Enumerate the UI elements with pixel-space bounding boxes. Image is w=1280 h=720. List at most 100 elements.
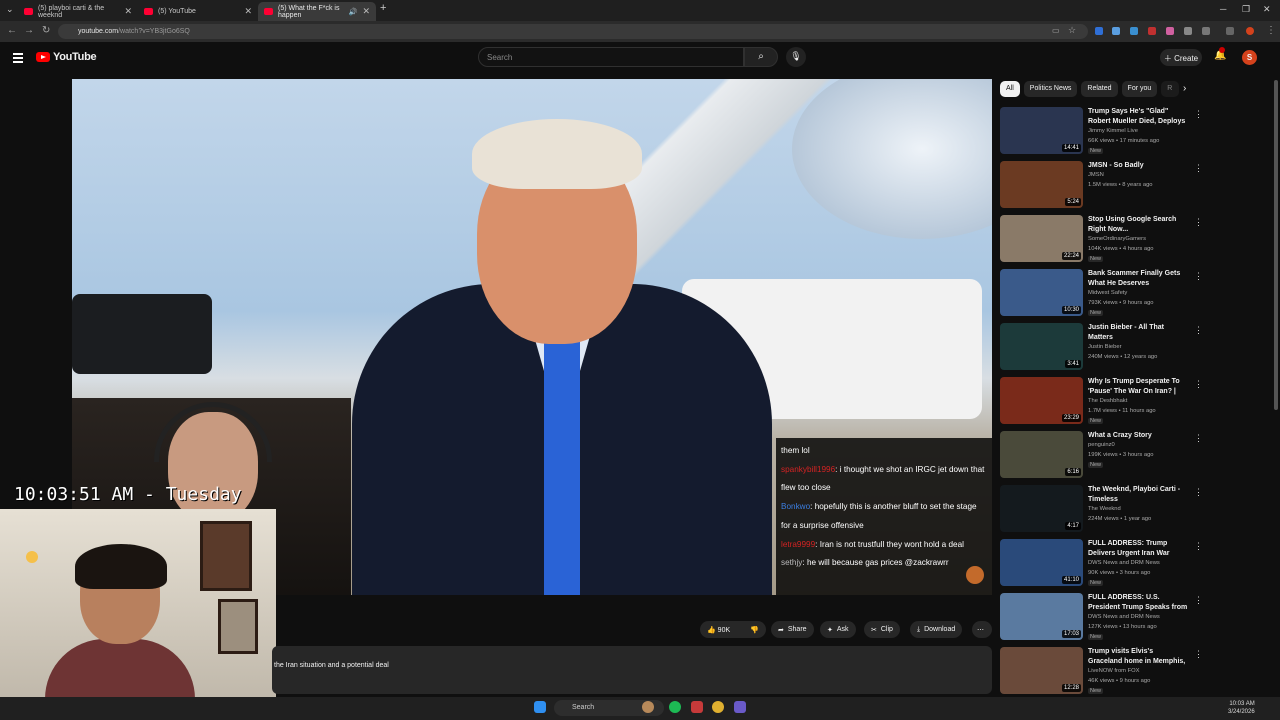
profile-avatar-icon[interactable] <box>1246 27 1254 35</box>
video-thumbnail[interactable]: 4:17 <box>1000 485 1083 532</box>
forward-icon[interactable]: → <box>24 25 34 36</box>
close-window-icon[interactable]: ✕ <box>1263 4 1271 15</box>
extension-icon[interactable] <box>1148 27 1156 35</box>
hamburger-menu-icon[interactable] <box>13 53 23 65</box>
video-thumbnail[interactable]: 5:24 <box>1000 161 1083 208</box>
browser-tab-3-active[interactable]: (5) What the F*ck is happen 🔊 ✕ <box>258 2 376 21</box>
create-button[interactable]: ＋ Create <box>1160 49 1202 66</box>
sidebar-toggle-icon[interactable] <box>1226 27 1234 35</box>
channel-name[interactable]: DWS News and DRM News <box>1088 614 1160 620</box>
extension-icon[interactable] <box>1112 27 1120 35</box>
channel-name[interactable]: Jimmy Kimmel Live <box>1088 128 1138 134</box>
video-thumbnail[interactable]: 12:28 <box>1000 647 1083 694</box>
recommendation-item[interactable]: 12:28 Trump visits Elvis's Graceland home… <box>1000 647 1203 697</box>
tab-search-icon[interactable]: ⌄ <box>6 4 14 15</box>
recommendation-item[interactable]: 14:41 Trump Says He's "Glad" Robert Muell… <box>1000 107 1203 157</box>
browser-menu-icon[interactable]: ⋮ <box>1266 25 1276 36</box>
ask-button[interactable]: ✦ Ask <box>820 621 856 638</box>
back-icon[interactable]: ← <box>7 25 17 36</box>
widget-icon[interactable] <box>642 701 654 713</box>
close-tab-icon[interactable]: ✕ <box>124 6 132 17</box>
discord-icon[interactable] <box>734 701 746 713</box>
minimize-icon[interactable]: ─ <box>1220 4 1226 14</box>
chip-all[interactable]: All <box>1000 81 1020 97</box>
chrome-icon[interactable] <box>712 701 724 713</box>
extension-icon[interactable] <box>1166 27 1174 35</box>
video-title[interactable]: FULL ADDRESS: Trump Delivers Urgent Iran… <box>1088 539 1188 559</box>
recommendation-item[interactable]: 41:10 FULL ADDRESS: Trump Delivers Urgent… <box>1000 539 1203 589</box>
channel-name[interactable]: The Deshbhakt <box>1088 398 1127 404</box>
channel-name[interactable]: DWS News and DRM News <box>1088 560 1160 566</box>
maximize-icon[interactable]: ❐ <box>1242 4 1250 15</box>
more-options-icon[interactable]: ⋮ <box>1194 379 1203 390</box>
video-thumbnail[interactable]: 22:24 <box>1000 215 1083 262</box>
chip-truncated[interactable]: R <box>1161 81 1180 97</box>
account-avatar[interactable]: S <box>1242 50 1257 65</box>
more-options-icon[interactable]: ⋮ <box>1194 649 1203 660</box>
bookmark-star-icon[interactable]: ☆ <box>1068 25 1076 36</box>
chevron-right-icon[interactable]: › <box>1183 83 1186 94</box>
channel-name[interactable]: The Weeknd <box>1088 506 1121 512</box>
chip-related[interactable]: Related <box>1081 81 1118 97</box>
search-input[interactable]: Search <box>478 47 744 67</box>
more-actions-button[interactable]: ⋯ <box>972 621 992 638</box>
more-options-icon[interactable]: ⋮ <box>1194 487 1203 498</box>
app-icon[interactable] <box>691 701 703 713</box>
video-title[interactable]: Why Is Trump Desperate To 'Pause' The Wa… <box>1088 377 1188 397</box>
video-title[interactable]: JMSN - So Badly <box>1088 161 1188 171</box>
notifications-button[interactable]: 🔔 <box>1214 47 1226 61</box>
more-options-icon[interactable]: ⋮ <box>1194 325 1203 336</box>
channel-name[interactable]: penguinz0 <box>1088 442 1115 448</box>
close-tab-icon[interactable]: ✕ <box>362 6 370 17</box>
video-title[interactable]: The Weeknd, Playboi Carti - Timeless <box>1088 485 1188 504</box>
recommendation-item[interactable]: 22:24 Stop Using Google Search Right Now.… <box>1000 215 1203 265</box>
download-button[interactable]: ⤓ Download <box>910 621 963 638</box>
more-options-icon[interactable]: ⋮ <box>1194 109 1203 120</box>
channel-name[interactable]: Justin Bieber <box>1088 344 1122 350</box>
video-thumbnail[interactable]: 23:29 <box>1000 377 1083 424</box>
spotify-icon[interactable] <box>669 701 681 713</box>
install-icon[interactable]: ▭ <box>1052 26 1060 35</box>
dislike-button[interactable]: 👎 <box>750 626 759 634</box>
browser-tab-1[interactable]: (5) playboi carti & the weeknd ✕ <box>18 2 138 21</box>
video-thumbnail[interactable]: 41:10 <box>1000 539 1083 586</box>
extension-icon[interactable] <box>1130 27 1138 35</box>
channel-name[interactable]: JMSN <box>1088 172 1104 178</box>
share-button[interactable]: ➦ Share <box>771 621 814 638</box>
youtube-logo[interactable]: YouTube <box>36 51 97 63</box>
video-thumbnail[interactable]: 6:16 <box>1000 431 1083 478</box>
new-tab-button[interactable]: + <box>380 2 386 14</box>
extensions-puzzle-icon[interactable] <box>1202 27 1210 35</box>
video-title[interactable]: FULL ADDRESS: U.S. President Trump Speak… <box>1088 593 1188 613</box>
clip-button[interactable]: ✂ Clip <box>864 621 900 638</box>
taskbar-clock[interactable]: 10:03 AM 3/24/2026 <box>1228 700 1255 716</box>
video-thumbnail[interactable]: 10:30 <box>1000 269 1083 316</box>
search-button[interactable]: ⌕ <box>744 47 778 67</box>
video-title[interactable]: What a Crazy Story <box>1088 431 1188 441</box>
close-tab-icon[interactable]: ✕ <box>244 6 252 17</box>
extension-icon[interactable] <box>1095 27 1103 35</box>
recommendation-item[interactable]: 3:41 Justin Bieber - All That Matters Just… <box>1000 323 1203 373</box>
chip-for-you[interactable]: For you <box>1121 81 1158 97</box>
channel-name[interactable]: Midwest Safety <box>1088 290 1127 296</box>
video-title[interactable]: Trump visits Elvis's Graceland home in M… <box>1088 647 1188 667</box>
more-options-icon[interactable]: ⋮ <box>1194 217 1203 228</box>
channel-name[interactable]: LiveNOW from FOX <box>1088 668 1140 674</box>
start-menu-icon[interactable] <box>534 701 546 713</box>
reload-icon[interactable]: ↻ <box>42 25 50 36</box>
more-options-icon[interactable]: ⋮ <box>1194 163 1203 174</box>
video-thumbnail[interactable]: 3:41 <box>1000 323 1083 370</box>
video-thumbnail[interactable]: 14:41 <box>1000 107 1083 154</box>
browser-tab-2[interactable]: (5) YouTube ✕ <box>138 2 258 21</box>
video-thumbnail[interactable]: 17:03 <box>1000 593 1083 640</box>
speaker-icon[interactable]: 🔊 <box>349 8 358 16</box>
page-scrollbar[interactable] <box>1274 80 1278 410</box>
url-field[interactable]: youtube.com /watch?v=YB3jtGo6SQ <box>58 24 1088 39</box>
extension-icon[interactable] <box>1184 27 1192 35</box>
video-title[interactable]: Trump Says He's "Glad" Robert Mueller Di… <box>1088 107 1188 127</box>
channel-name[interactable]: SomeOrdinaryGamers <box>1088 236 1146 242</box>
recommendation-item[interactable]: 23:29 Why Is Trump Desperate To 'Pause' T… <box>1000 377 1203 427</box>
recommendation-item[interactable]: 10:30 Bank Scammer Finally Gets What He D… <box>1000 269 1203 319</box>
recommendation-item[interactable]: 17:03 FULL ADDRESS: U.S. President Trump … <box>1000 593 1203 643</box>
more-options-icon[interactable]: ⋮ <box>1194 595 1203 606</box>
